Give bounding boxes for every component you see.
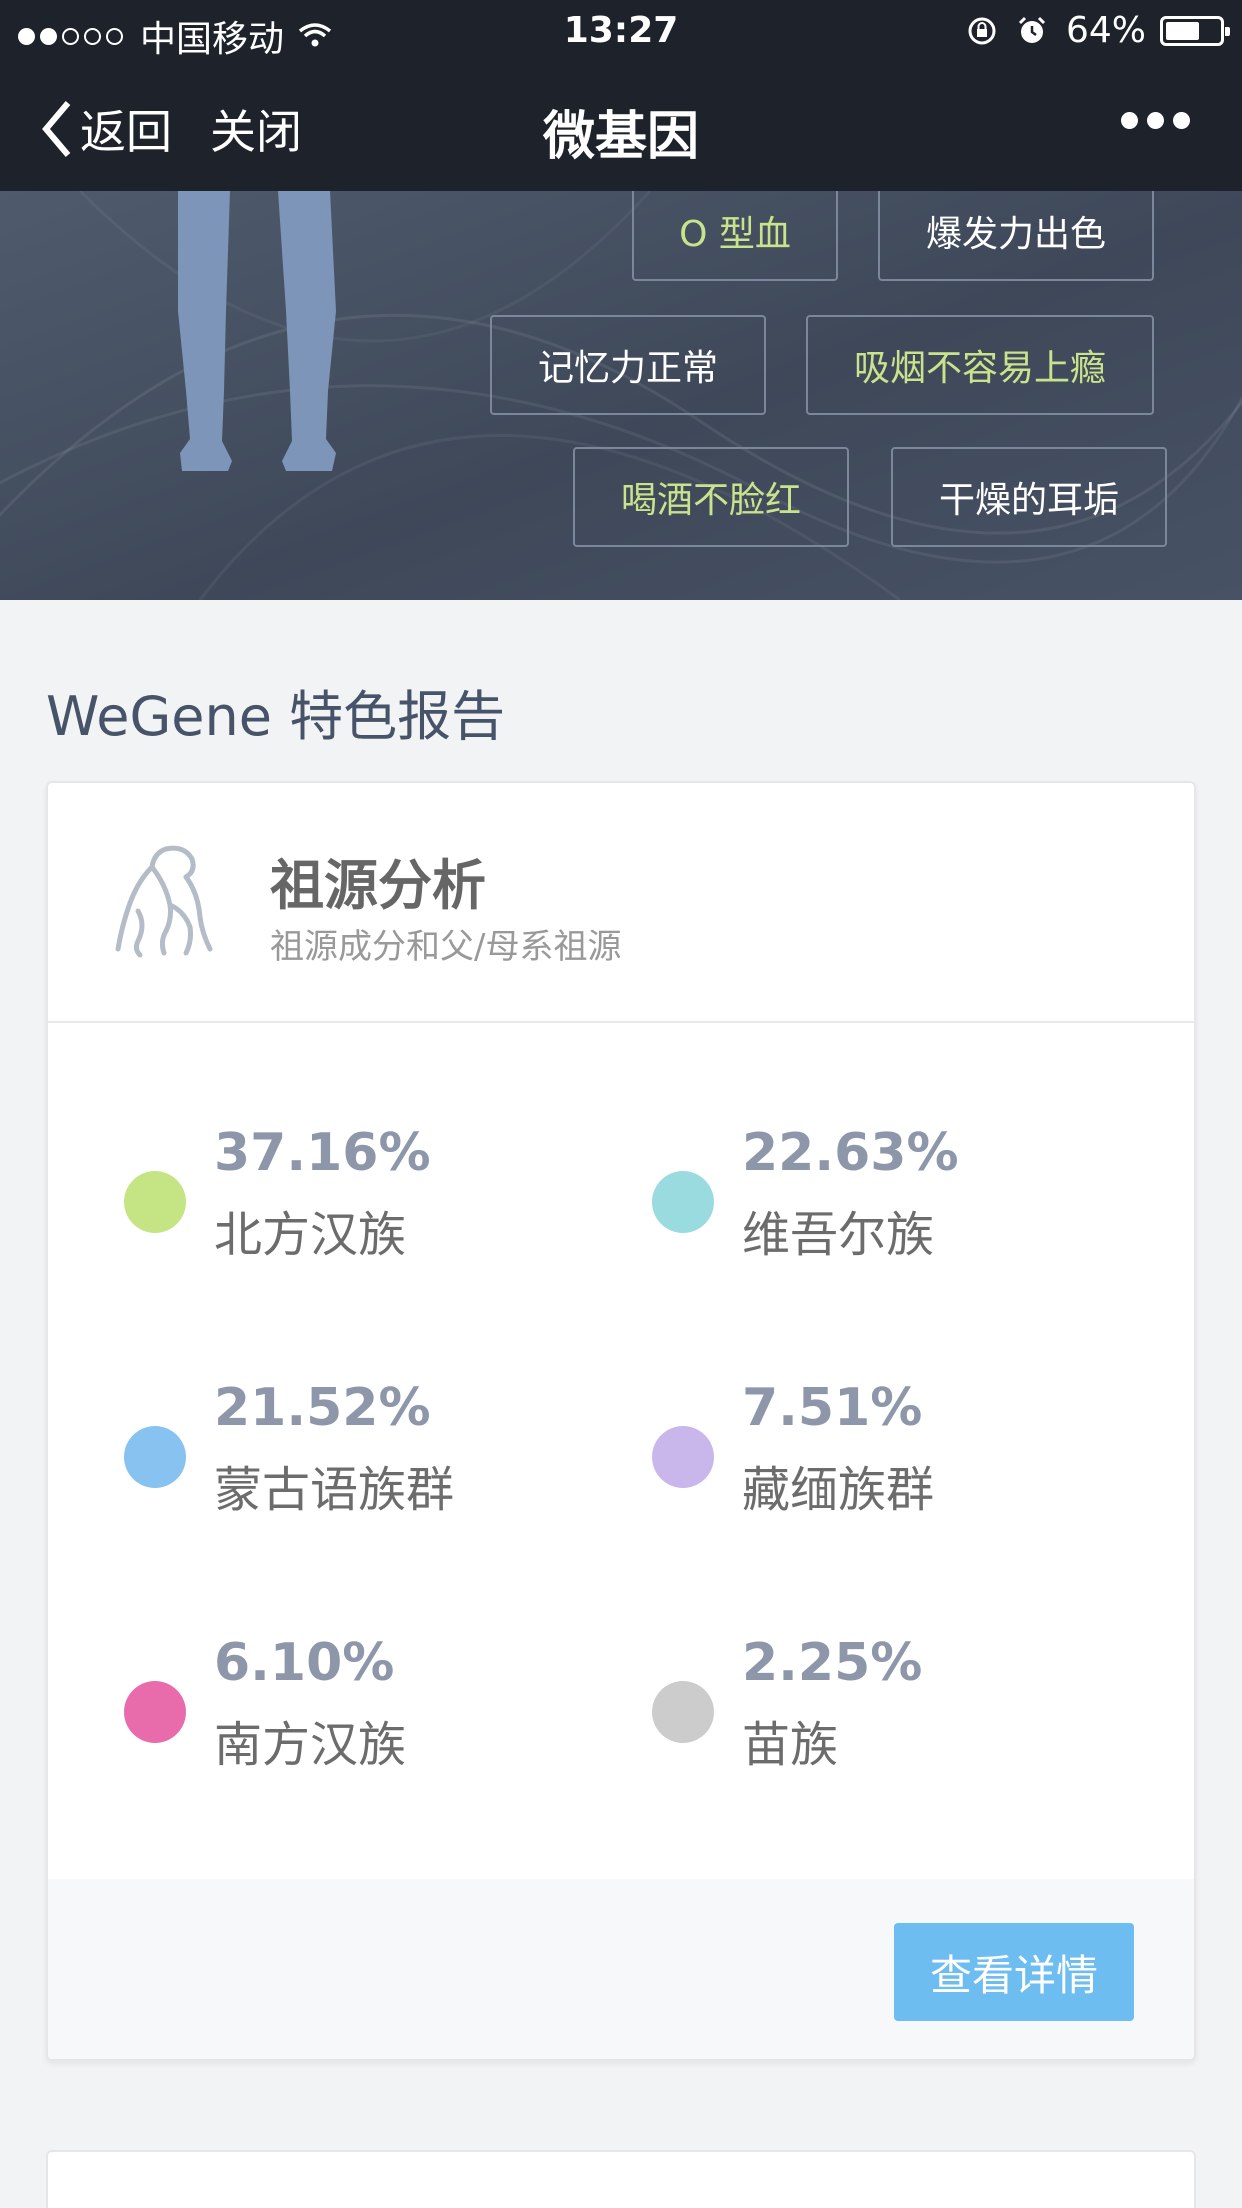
- ancestry-name: 南方汉族: [214, 1717, 407, 1773]
- color-dot: [124, 1171, 186, 1233]
- ancestry-percent: 21.52%: [214, 1378, 431, 1438]
- color-dot: [652, 1681, 714, 1743]
- color-dot: [124, 1681, 186, 1743]
- navigation-bar: 返回 关闭 微基因: [0, 62, 1242, 191]
- more-options-button[interactable]: [1112, 112, 1190, 129]
- ancestry-name: 维吾尔族: [742, 1207, 935, 1263]
- card-title: 祖源分析: [270, 854, 486, 917]
- trait-tag[interactable]: 爆发力出色: [878, 191, 1154, 281]
- trait-tag[interactable]: 干燥的耳垢: [891, 447, 1167, 547]
- battery-icon: [1160, 15, 1230, 46]
- ancestry-name: 藏缅族群: [742, 1462, 935, 1518]
- trait-tag[interactable]: 喝酒不脸红: [573, 447, 849, 547]
- ancestry-name: 北方汉族: [214, 1207, 407, 1263]
- ape-icon: [115, 845, 213, 958]
- card-footer: 查看详情: [48, 1879, 1194, 2059]
- alarm-icon: [1016, 15, 1048, 47]
- ancestry-item: 2.25% 苗族: [652, 1633, 1172, 1793]
- ancestry-name: 苗族: [742, 1717, 839, 1773]
- ancestry-report-card[interactable]: 祖源分析 祖源成分和父/母系祖源 37.16% 北方汉族 22.63% 维吾尔族…: [46, 781, 1196, 2061]
- view-details-button[interactable]: 查看详情: [894, 1923, 1134, 2021]
- ancestry-item: 37.16% 北方汉族: [124, 1123, 644, 1283]
- ancestry-item: 21.52% 蒙古语族群: [124, 1378, 644, 1538]
- status-bar: 中国移动 13:27 64%: [0, 0, 1242, 62]
- section-title: WeGene 特色报告: [46, 685, 506, 748]
- trait-tag[interactable]: O 型血: [632, 191, 838, 281]
- card-subtitle: 祖源成分和父/母系祖源: [270, 927, 622, 967]
- ancestry-item: 22.63% 维吾尔族: [652, 1123, 1172, 1283]
- ancestry-percent: 2.25%: [742, 1633, 923, 1693]
- battery-percent: 64%: [1065, 10, 1146, 51]
- ancestry-percent: 22.63%: [742, 1123, 959, 1183]
- trait-tag[interactable]: 记忆力正常: [490, 315, 766, 415]
- page-title: 微基因: [542, 107, 699, 167]
- next-report-card[interactable]: [46, 2150, 1196, 2208]
- color-dot: [124, 1426, 186, 1488]
- ancestry-percent: 6.10%: [214, 1633, 395, 1693]
- ancestry-percent: 7.51%: [742, 1378, 923, 1438]
- color-dot: [652, 1171, 714, 1233]
- trait-banner: O 型血 爆发力出色 记忆力正常 吸烟不容易上瘾 喝酒不脸红 干燥的耳垢: [0, 191, 1242, 600]
- body-figure-legs: [178, 191, 336, 471]
- color-dot: [652, 1426, 714, 1488]
- ancestry-name: 蒙古语族群: [214, 1462, 455, 1518]
- ancestry-item: 7.51% 藏缅族群: [652, 1378, 1172, 1538]
- page: 中国移动 13:27 64% 返回 关闭 微基因 O 型血 爆发力出色 记忆力正…: [0, 0, 1242, 2208]
- ancestry-item: 6.10% 南方汉族: [124, 1633, 644, 1793]
- trait-tag[interactable]: 吸烟不容易上瘾: [806, 315, 1154, 415]
- card-header: 祖源分析 祖源成分和父/母系祖源: [48, 783, 1194, 1023]
- rotation-lock-icon: [966, 15, 998, 47]
- ancestry-percent: 37.16%: [214, 1123, 431, 1183]
